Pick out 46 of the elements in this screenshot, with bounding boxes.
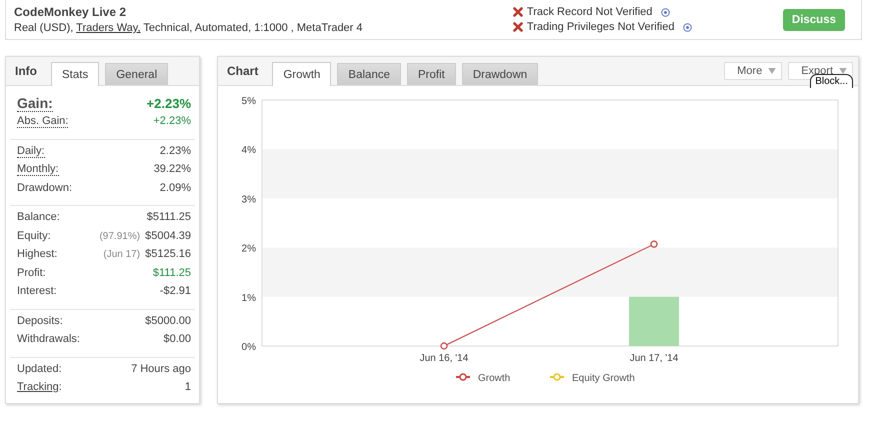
stat-value: $5111.25 bbox=[146, 211, 191, 223]
stat-label: Profit: bbox=[17, 266, 46, 278]
warning-text: Track Record Not Verified bbox=[526, 6, 652, 18]
stat-label: Equity: bbox=[17, 230, 51, 242]
stat-value: $5000.00 bbox=[145, 314, 191, 326]
stat-value: $111.25 bbox=[152, 266, 191, 278]
panel-title: Chart bbox=[227, 64, 258, 78]
y-tick-label: 1% bbox=[242, 292, 256, 304]
stat-label: Daily: bbox=[17, 144, 45, 158]
stat-value: 2.09% bbox=[160, 182, 191, 194]
stat-value: $5125.16 bbox=[145, 248, 191, 260]
stat-label: Updated: bbox=[17, 362, 62, 374]
y-tick-label: 3% bbox=[242, 194, 256, 206]
stat-value: $0.00 bbox=[163, 333, 191, 345]
stat-label: Balance: bbox=[17, 211, 60, 223]
account-details: Real (USD), bbox=[14, 22, 74, 34]
stat-value: 2.23% bbox=[160, 144, 191, 156]
stat-label-colon: : bbox=[58, 381, 62, 393]
stat-label: Highest: bbox=[17, 248, 58, 260]
stat-label: Gain: bbox=[17, 95, 53, 112]
x-tick-label: Jun 16, '14 bbox=[420, 353, 468, 364]
stat-note: (97.91%) bbox=[99, 230, 140, 242]
stat-label: Monthly: bbox=[17, 163, 59, 176]
stat-value: +2.23% bbox=[146, 96, 191, 111]
stat-label: Drawdown: bbox=[17, 182, 72, 194]
stat-value: +2.23% bbox=[153, 115, 191, 127]
stat-label: Withdrawals: bbox=[17, 333, 80, 345]
stat-value: 7 Hours ago bbox=[131, 362, 191, 374]
stat-note: (Jun 17) bbox=[103, 249, 140, 260]
stat-label: Abs. Gain: bbox=[17, 115, 68, 128]
warning-text: Trading Privileges Not Verified bbox=[526, 21, 674, 33]
y-tick-label: 4% bbox=[242, 145, 256, 156]
panel-title: Info bbox=[15, 64, 37, 78]
y-tick-label: 2% bbox=[242, 244, 256, 255]
y-tick-label: 5% bbox=[242, 96, 256, 107]
stat-value: $5004.39 bbox=[145, 230, 191, 242]
x-tick-label: Jun 17, '14 bbox=[630, 353, 678, 364]
stat-value: -$2.91 bbox=[160, 285, 191, 297]
y-tick-label: 0% bbox=[242, 342, 256, 353]
stat-label: Deposits: bbox=[17, 314, 63, 326]
tooltip: Block... bbox=[810, 74, 853, 88]
stat-value: 39.22% bbox=[154, 163, 191, 175]
account-details: Technical, Automated, 1:1000 , MetaTrader 4 bbox=[142, 22, 363, 34]
stat-value: 1 bbox=[184, 381, 191, 393]
account-title: CodeMonkey Live 2 bbox=[14, 5, 128, 19]
stat-label: Interest: bbox=[17, 285, 57, 297]
